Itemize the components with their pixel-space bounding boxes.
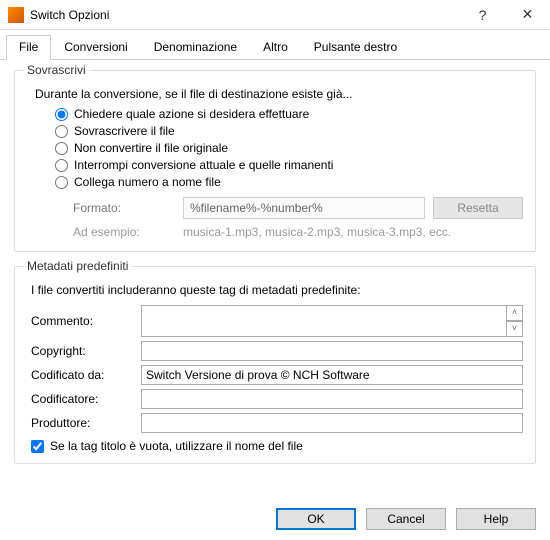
metadata-group: Metadati predefiniti I file convertiti i…	[14, 266, 536, 464]
radio-append-number-label: Collega numero a nome file	[74, 175, 221, 189]
encoder-input[interactable]	[141, 389, 523, 409]
radio-stop[interactable]: Interrompi conversione attuale e quelle …	[55, 158, 523, 172]
radio-overwrite-input[interactable]	[55, 125, 68, 138]
help-button[interactable]: ?	[460, 0, 505, 30]
ok-button[interactable]: OK	[276, 508, 356, 530]
radio-skip-label: Non convertire il file originale	[74, 141, 228, 155]
title-checkbox-row[interactable]: Se la tag titolo è vuota, utilizzare il …	[31, 439, 523, 453]
radio-append-number[interactable]: Collega numero a nome file	[55, 175, 523, 189]
cancel-button[interactable]: Cancel	[366, 508, 446, 530]
metadata-legend: Metadati predefiniti	[23, 259, 132, 273]
titlebar: Switch Opzioni ? ✕	[0, 0, 550, 30]
format-input[interactable]	[183, 197, 425, 219]
example-row: Ad esempio: musica-1.mp3, musica-2.mp3, …	[73, 225, 523, 239]
format-label: Formato:	[73, 201, 183, 215]
radio-skip[interactable]: Non convertire il file originale	[55, 141, 523, 155]
copyright-row: Copyright:	[27, 341, 523, 361]
title-checkbox[interactable]	[31, 440, 44, 453]
example-label: Ad esempio:	[73, 225, 183, 239]
radio-ask[interactable]: Chiedere quale azione si desidera effett…	[55, 107, 523, 121]
tab-file[interactable]: File	[6, 35, 51, 60]
metadata-intro: I file convertiti includeranno queste ta…	[31, 283, 523, 297]
radio-overwrite[interactable]: Sovrascrivere il file	[55, 124, 523, 138]
reset-button[interactable]: Resetta	[433, 197, 523, 219]
tab-content: Sovrascrivi Durante la conversione, se i…	[0, 60, 550, 488]
close-button[interactable]: ✕	[505, 0, 550, 30]
app-icon	[8, 7, 24, 23]
comment-row: Commento: ˄˅	[27, 305, 523, 337]
copyright-input[interactable]	[141, 341, 523, 361]
tab-denominazione[interactable]: Denominazione	[141, 35, 250, 60]
copyright-label: Copyright:	[31, 344, 141, 358]
producer-input[interactable]	[141, 413, 523, 433]
encoded-by-label: Codificato da:	[31, 368, 141, 382]
producer-label: Produttore:	[31, 416, 141, 430]
comment-label: Commento:	[31, 314, 141, 328]
encoded-by-input[interactable]	[141, 365, 523, 385]
dialog-footer: OK Cancel Help	[276, 508, 536, 530]
tab-pulsante-destro[interactable]: Pulsante destro	[301, 35, 410, 60]
overwrite-group: Sovrascrivi Durante la conversione, se i…	[14, 70, 536, 252]
overwrite-intro: Durante la conversione, se il file di de…	[35, 87, 523, 101]
tab-conversioni[interactable]: Conversioni	[51, 35, 140, 60]
radio-overwrite-label: Sovrascrivere il file	[74, 124, 175, 138]
encoder-label: Codificatore:	[31, 392, 141, 406]
tab-bar: File Conversioni Denominazione Altro Pul…	[0, 34, 550, 60]
radio-stop-input[interactable]	[55, 159, 68, 172]
format-row: Formato: Resetta	[73, 197, 523, 219]
scroll-up-icon[interactable]: ˄	[507, 305, 523, 321]
overwrite-legend: Sovrascrivi	[23, 63, 90, 77]
radio-skip-input[interactable]	[55, 142, 68, 155]
help-footer-button[interactable]: Help	[456, 508, 536, 530]
tab-altro[interactable]: Altro	[250, 35, 301, 60]
encoded-by-row: Codificato da:	[27, 365, 523, 385]
encoder-row: Codificatore:	[27, 389, 523, 409]
radio-stop-label: Interrompi conversione attuale e quelle …	[74, 158, 333, 172]
window-title: Switch Opzioni	[30, 8, 460, 22]
scroll-down-icon[interactable]: ˅	[507, 321, 523, 337]
radio-append-number-input[interactable]	[55, 176, 68, 189]
radio-ask-label: Chiedere quale azione si desidera effett…	[74, 107, 309, 121]
title-checkbox-label: Se la tag titolo è vuota, utilizzare il …	[50, 439, 303, 453]
producer-row: Produttore:	[27, 413, 523, 433]
comment-scroll[interactable]: ˄˅	[507, 305, 523, 337]
comment-input[interactable]	[141, 305, 507, 337]
radio-ask-input[interactable]	[55, 108, 68, 121]
example-value: musica-1.mp3, musica-2.mp3, musica-3.mp3…	[183, 225, 451, 239]
